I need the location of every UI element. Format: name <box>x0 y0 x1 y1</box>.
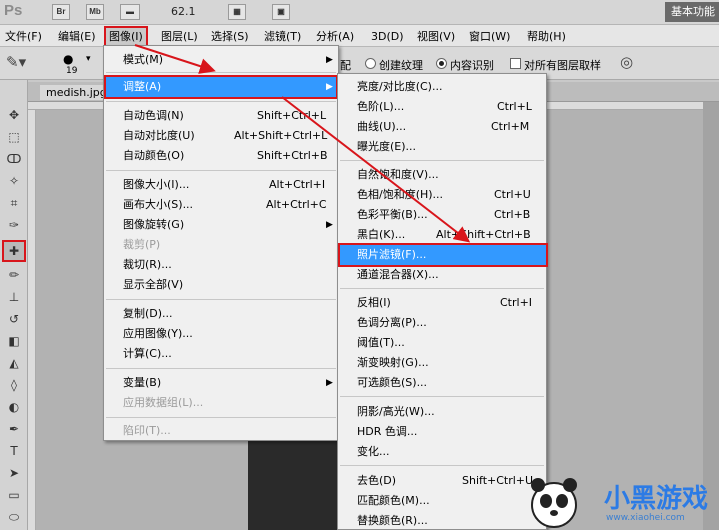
arrow-to-photo-filter <box>281 96 471 243</box>
annotation-arrows <box>134 44 471 243</box>
watermark-text: 小黑游戏 <box>604 484 708 514</box>
watermark-url: www.xiaohei.com <box>606 513 685 523</box>
arrow-to-adjust <box>134 44 216 74</box>
